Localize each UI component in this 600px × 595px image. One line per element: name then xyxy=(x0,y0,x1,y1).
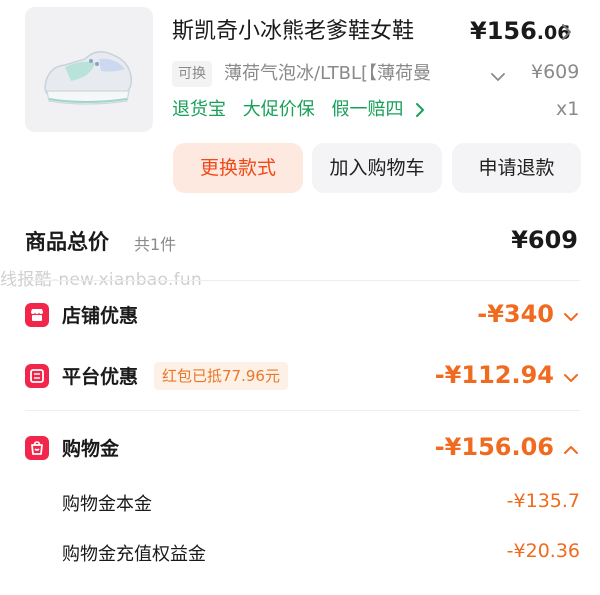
platform-discount-label: 平台优惠 xyxy=(62,366,139,388)
request-refund-button[interactable]: 申请退款 xyxy=(452,143,581,193)
product-quantity: x1 xyxy=(556,98,580,120)
product-thumbnail[interactable] xyxy=(25,7,153,132)
store-discount-label: 店铺优惠 xyxy=(62,305,139,327)
wallet-bag-icon xyxy=(25,436,49,460)
shopping-money-base-label: 购物金本金 xyxy=(62,494,152,515)
shopping-money-bonus-label: 购物金充值权益金 xyxy=(62,544,206,565)
product-price: ¥156.06 xyxy=(470,17,570,45)
platform-discount-value[interactable]: -¥112.94 xyxy=(435,361,554,389)
chevron-down-icon[interactable] xyxy=(562,369,580,388)
sneaker-image xyxy=(44,51,133,105)
store-discount-value[interactable]: -¥340 xyxy=(477,300,554,328)
chevron-down-icon[interactable] xyxy=(562,308,580,327)
change-style-button[interactable]: 更换款式 xyxy=(173,143,303,193)
service-return-insurance: 退货宝 xyxy=(172,99,226,120)
chevron-right-icon xyxy=(416,103,425,117)
shopping-money-bonus-value: -¥20.36 xyxy=(506,540,580,562)
service-fake-compensation: 假一赔四 xyxy=(331,99,404,120)
product-card[interactable]: 斯凯奇小冰熊老爹鞋女鞋 ¥156.06 可换 薄荷气泡冰/LTBL[【薄荷曼 ¥… xyxy=(0,0,600,135)
product-spec[interactable]: 薄荷气泡冰/LTBL[【薄荷曼 xyxy=(224,58,474,90)
chevron-right-icon[interactable] xyxy=(560,22,574,46)
service-tags[interactable]: 退货宝 大促价保 假一赔四 xyxy=(172,95,426,125)
original-price: ¥609 xyxy=(531,61,580,83)
product-title[interactable]: 斯凯奇小冰熊老爹鞋女鞋 xyxy=(172,15,420,49)
shopping-money-value[interactable]: -¥156.06 xyxy=(435,433,554,461)
coupon-icon xyxy=(25,364,49,388)
exchangeable-tag: 可换 xyxy=(172,61,212,87)
service-price-protect: 大促价保 xyxy=(242,99,315,120)
chevron-down-icon[interactable] xyxy=(489,68,507,87)
red-packet-tag: 红包已抵77.96元 xyxy=(154,362,288,390)
total-price-label: 商品总价 xyxy=(25,230,109,254)
divider xyxy=(25,280,580,281)
shopping-money-base-value: -¥135.7 xyxy=(506,490,580,512)
add-to-cart-button[interactable]: 加入购物车 xyxy=(312,143,442,193)
watermark-text: 线报酷-new.xianbao.fun xyxy=(0,270,203,290)
chevron-up-icon[interactable] xyxy=(562,441,580,460)
item-count: 共1件 xyxy=(134,235,177,254)
divider xyxy=(25,410,580,411)
shopping-money-label: 购物金 xyxy=(62,438,120,460)
price-main: ¥156 xyxy=(470,17,537,45)
shop-icon xyxy=(25,303,49,327)
total-price-value: ¥609 xyxy=(511,226,578,254)
